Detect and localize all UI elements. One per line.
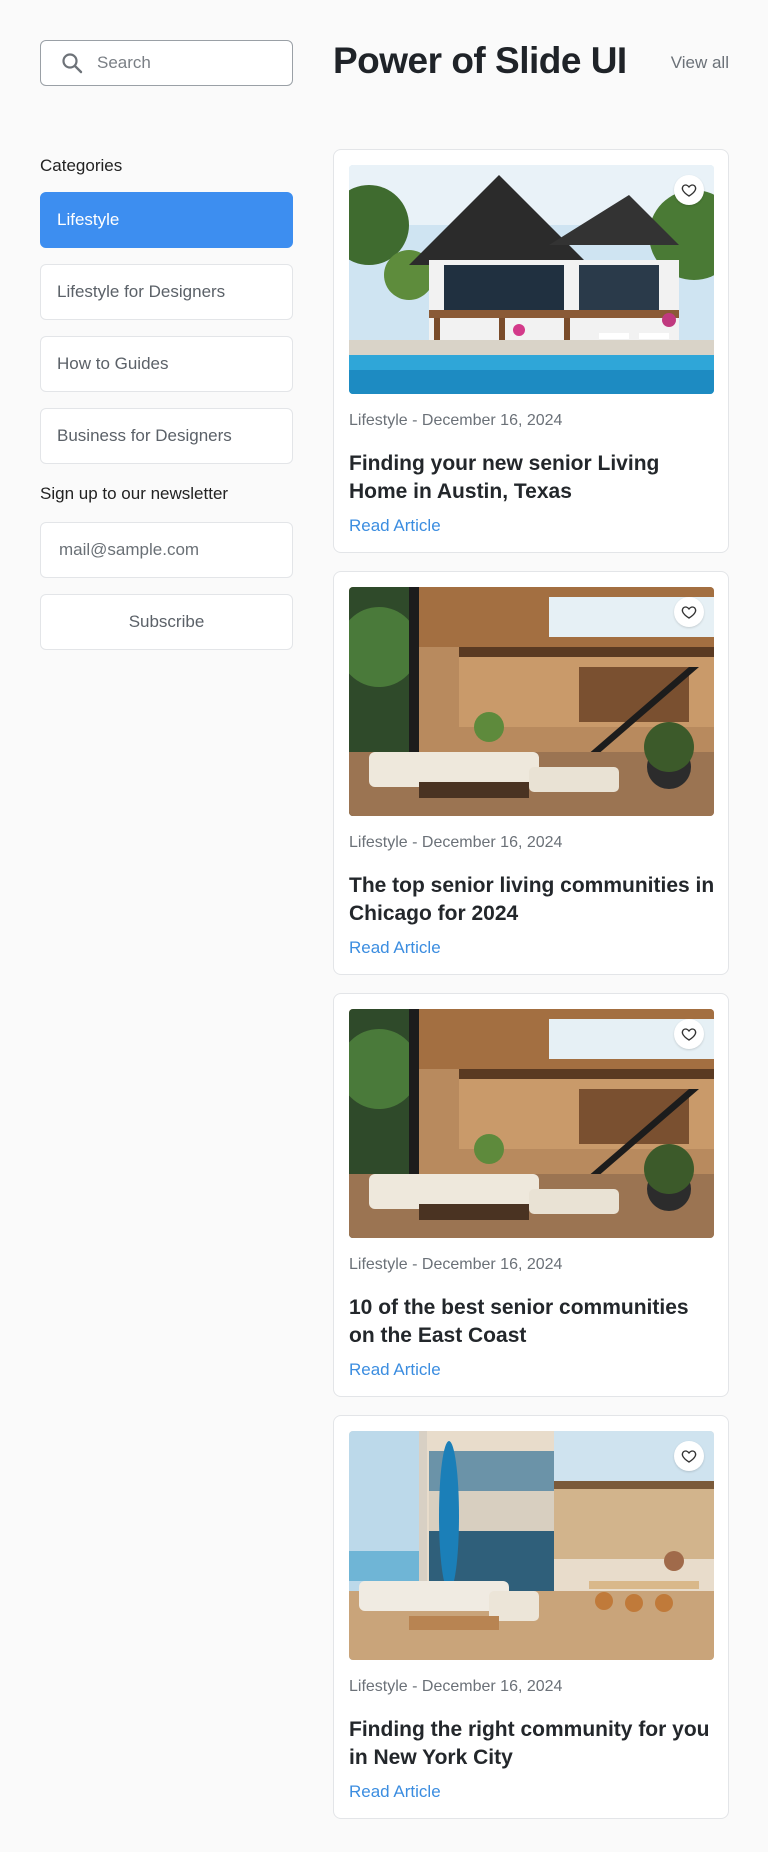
article-title[interactable]: The top senior living communities in Chi… [349, 872, 719, 928]
search-input[interactable] [95, 52, 269, 74]
article-meta: Lifestyle - December 16, 2024 [349, 834, 563, 851]
favorite-button[interactable] [674, 1441, 704, 1471]
category-item-lifestyle-for-designers[interactable]: Lifestyle for Designers [40, 264, 293, 320]
email-field[interactable] [57, 539, 261, 561]
read-article-link[interactable]: Read Article [349, 516, 441, 536]
read-article-link[interactable]: Read Article [349, 1360, 441, 1380]
page-header: Power of Slide UI View all [333, 40, 729, 90]
category-item-lifestyle[interactable]: Lifestyle [40, 192, 293, 248]
newsletter-heading: Sign up to our newsletter [40, 484, 229, 503]
categories-heading: Categories [40, 156, 123, 175]
article-image-modern-living-room-interior[interactable] [349, 1009, 714, 1238]
article-meta: Lifestyle - December 16, 2024 [349, 1256, 563, 1273]
article-card: Lifestyle - December 16, 2024 The top se… [333, 571, 729, 975]
page-title: Power of Slide UI [333, 40, 627, 81]
subscribe-button[interactable]: Subscribe [40, 594, 293, 650]
heart-icon [681, 1448, 697, 1464]
category-item-how-to-guides[interactable]: How to Guides [40, 336, 293, 392]
article-meta: Lifestyle - December 16, 2024 [349, 412, 563, 429]
heart-icon [681, 604, 697, 620]
search-box[interactable] [40, 40, 293, 86]
search-icon [61, 52, 83, 74]
article-card: Lifestyle - December 16, 2024 10 of the … [333, 993, 729, 1397]
article-image-modern-living-room-interior[interactable] [349, 587, 714, 816]
read-article-link[interactable]: Read Article [349, 1782, 441, 1802]
favorite-button[interactable] [674, 597, 704, 627]
read-article-link[interactable]: Read Article [349, 938, 441, 958]
article-title[interactable]: 10 of the best senior communities on the… [349, 1294, 719, 1350]
article-title[interactable]: Finding your new senior Living Home in A… [349, 450, 719, 506]
page: Categories Lifestyle Lifestyle for Desig… [0, 0, 768, 1852]
favorite-button[interactable] [674, 175, 704, 205]
view-all-link[interactable]: View all [671, 53, 729, 73]
article-card: Lifestyle - December 16, 2024 Finding yo… [333, 149, 729, 553]
sidebar: Categories Lifestyle Lifestyle for Desig… [40, 40, 293, 650]
main-content: Power of Slide UI View all Lifestyle - D… [333, 40, 729, 1819]
category-item-business-for-designers[interactable]: Business for Designers [40, 408, 293, 464]
category-list: Lifestyle Lifestyle for Designers How to… [40, 192, 293, 464]
article-card: Lifestyle - December 16, 2024 Finding th… [333, 1415, 729, 1819]
article-image-modern-house-with-pool[interactable] [349, 165, 714, 394]
heart-icon [681, 182, 697, 198]
favorite-button[interactable] [674, 1019, 704, 1049]
article-image-beach-house-living-room[interactable] [349, 1431, 714, 1660]
article-title[interactable]: Finding the right community for you in N… [349, 1716, 719, 1772]
email-field-wrapper[interactable] [40, 522, 293, 578]
article-meta: Lifestyle - December 16, 2024 [349, 1678, 563, 1695]
heart-icon [681, 1026, 697, 1042]
